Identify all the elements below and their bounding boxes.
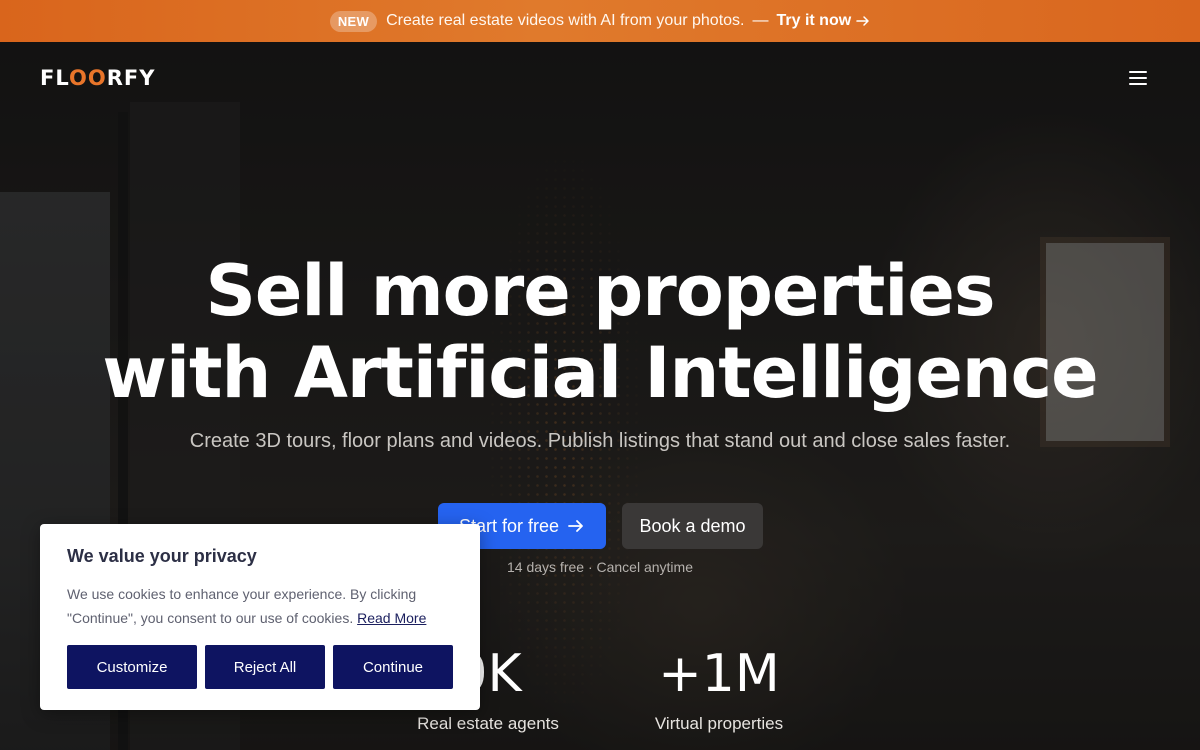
cookie-consent-banner: We value your privacy We use cookies to … [40,524,480,710]
announcement-message: Create real estate videos with AI from y… [386,12,745,29]
announcement-bar: NEW Create real estate videos with AI fr… [0,0,1200,42]
logo-text-accent: OO [68,66,107,90]
continue-button[interactable]: Continue [333,645,453,689]
headline-line-2: with Artificial Intelligence [102,332,1098,414]
try-it-now-label: Try it now [776,12,852,29]
stat-properties: +1M Virtual properties [640,644,798,734]
stat-label: Real estate agents [417,714,559,733]
customize-button[interactable]: Customize [67,645,197,689]
headline-line-1: Sell more properties [205,250,995,332]
hero-headline: Sell more properties with Artificial Int… [0,250,1200,414]
arrow-right-icon [856,16,869,26]
floorfy-logo[interactable]: FLOORFY [40,66,155,90]
arrow-right-icon [568,520,583,532]
book-a-demo-label: Book a demo [639,515,746,536]
announcement-separator: — [752,12,769,29]
read-more-link[interactable]: Read More [357,610,426,626]
stat-value: +1M [658,644,780,704]
cookie-body: We use cookies to enhance your experienc… [67,582,457,630]
try-it-now-link[interactable]: Try it now [776,12,870,30]
logo-text-start: FL [40,66,69,90]
reject-all-button[interactable]: Reject All [205,645,325,689]
logo-text-end: RFY [106,66,156,90]
hamburger-menu-icon[interactable] [1124,66,1152,90]
new-badge: NEW [329,10,378,32]
book-a-demo-button[interactable]: Book a demo [622,503,763,549]
stat-label: Virtual properties [654,714,784,733]
hero-subtitle: Create 3D tours, floor plans and videos.… [189,430,1011,452]
cookie-title: We value your privacy [67,546,257,566]
